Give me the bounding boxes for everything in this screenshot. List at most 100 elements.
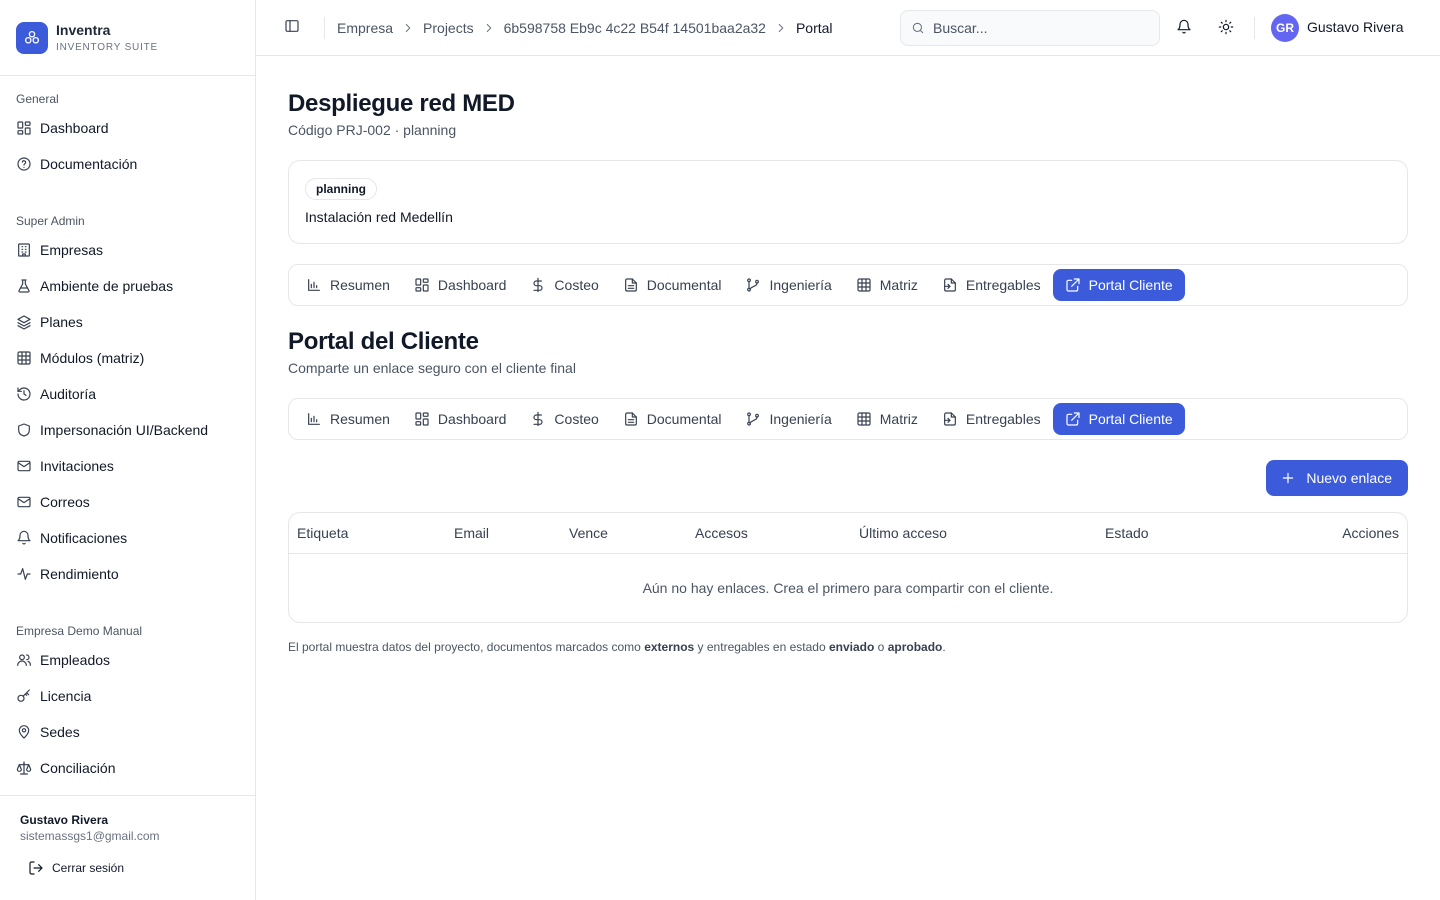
tab-label: Documental: [646, 277, 722, 293]
tab-dashboard[interactable]: Dashboard: [402, 403, 519, 435]
column-header-etiqueta[interactable]: Etiqueta: [297, 525, 348, 541]
sidebar-item-empleados[interactable]: Empleados: [0, 642, 255, 678]
empty-state-message: Aún no hay enlaces. Crea el primero para…: [642, 580, 1054, 596]
tab-label: Dashboard: [437, 277, 507, 293]
tab-label: Costeo: [554, 411, 599, 427]
brand-subtitle: INVENTORY SUITE: [56, 41, 159, 53]
brand[interactable]: Inventra INVENTORY SUITE: [0, 0, 255, 76]
sidebar-toggle-icon[interactable]: [284, 18, 300, 34]
column-header-estado[interactable]: Estado: [1105, 525, 1149, 541]
tab-label: Ingeniería: [769, 411, 832, 427]
layout-grid-icon: [414, 411, 430, 427]
tab-dashboard[interactable]: Dashboard: [402, 269, 519, 301]
tab-label: Entregables: [965, 411, 1041, 427]
column-header-accesos[interactable]: Accesos: [695, 525, 748, 541]
breadcrumb-current: Portal: [795, 20, 833, 36]
tab-portal-cliente[interactable]: Portal Cliente: [1052, 269, 1185, 301]
mail-icon: [16, 458, 32, 474]
key-icon: [16, 688, 32, 704]
project-description: Instalación red Medellín: [305, 209, 453, 225]
sidebar-item-invitaciones[interactable]: Invitaciones: [0, 448, 255, 484]
sidebar-item-label: Planes: [40, 314, 83, 330]
sidebar-item-sedes[interactable]: Sedes: [0, 714, 255, 750]
table-icon: [856, 277, 872, 293]
tab-entregables[interactable]: Entregables: [930, 269, 1053, 301]
tab-label: Resumen: [330, 411, 390, 427]
sidebar-item-planes[interactable]: Planes: [0, 304, 255, 340]
sun-icon[interactable]: [1218, 19, 1234, 35]
tab-matriz[interactable]: Matriz: [844, 403, 930, 435]
tab-ingenieria[interactable]: Ingeniería: [733, 403, 843, 435]
footnote-emphasis: aprobado: [887, 640, 943, 654]
plus-icon: [1280, 470, 1296, 486]
logout-button[interactable]: Cerrar sesión: [28, 860, 124, 876]
tab-label: Matriz: [879, 277, 918, 293]
chevron-right-icon: [401, 21, 415, 35]
search-input[interactable]: [933, 20, 1143, 36]
column-header-vence[interactable]: Vence: [569, 525, 608, 541]
column-header-email[interactable]: Email: [454, 525, 489, 541]
sidebar-item-empresas[interactable]: Empresas: [0, 232, 255, 268]
tab-portal-cliente[interactable]: Portal Cliente: [1052, 403, 1185, 435]
project-card: planning Instalación red Medellín: [288, 160, 1408, 244]
tab-documental[interactable]: Documental: [611, 403, 734, 435]
breadcrumb-item[interactable]: 6b598758 Eb9c 4c22 B54f 14501baa2a32: [504, 20, 766, 36]
breadcrumb-item[interactable]: Projects: [423, 20, 474, 36]
tab-documental[interactable]: Documental: [611, 269, 734, 301]
tab-matriz[interactable]: Matriz: [844, 269, 930, 301]
avatar[interactable]: GR: [1271, 14, 1299, 42]
tab-entregables[interactable]: Entregables: [930, 403, 1053, 435]
new-link-button[interactable]: Nuevo enlace: [1266, 460, 1408, 496]
sidebar-item-licencia[interactable]: Licencia: [0, 678, 255, 714]
sidebar-item-dashboard[interactable]: Dashboard: [0, 110, 255, 146]
header-divider: [1254, 17, 1255, 39]
file-text-icon: [623, 277, 639, 293]
brand-name: Inventra: [56, 21, 111, 38]
sidebar-item-conciliacion[interactable]: Conciliación: [0, 750, 255, 786]
dollar-icon: [530, 277, 546, 293]
new-link-label: Nuevo enlace: [1306, 470, 1392, 486]
sidebar-group-label: Empresa Demo Manual: [16, 624, 143, 638]
section-subtitle: Comparte un enlace seguro con el cliente…: [288, 360, 576, 376]
map-pin-icon: [16, 724, 32, 740]
status-badge: planning: [305, 178, 377, 200]
sidebar-item-label: Módulos (matriz): [40, 350, 145, 366]
users-icon: [16, 652, 32, 668]
tab-label: Resumen: [330, 277, 390, 293]
footnote: El portal muestra datos del proyecto, do…: [288, 640, 946, 654]
breadcrumb-item[interactable]: Empresa: [337, 20, 393, 36]
header-divider: [324, 17, 325, 39]
chevron-right-icon: [774, 21, 788, 35]
sidebar-item-notificaciones[interactable]: Notificaciones: [0, 520, 255, 556]
tab-label: Portal Cliente: [1088, 277, 1173, 293]
bell-icon[interactable]: [1176, 19, 1192, 35]
page-title: Despliegue red MED: [288, 90, 515, 117]
log-out-icon: [28, 860, 44, 876]
sidebar-item-documentacion[interactable]: Documentación: [0, 146, 255, 182]
sidebar-item-rendimiento[interactable]: Rendimiento: [0, 556, 255, 592]
external-link-icon: [1065, 277, 1081, 293]
table-icon: [16, 350, 32, 366]
column-header-ultimo-acceso[interactable]: Último acceso: [859, 525, 947, 541]
sidebar-item-ambiente-pruebas[interactable]: Ambiente de pruebas: [0, 268, 255, 304]
sidebar-item-label: Sedes: [40, 724, 80, 740]
sidebar-item-auditoria[interactable]: Auditoría: [0, 376, 255, 412]
top-header: Empresa Projects 6b598758 Eb9c 4c22 B54f…: [256, 0, 1440, 56]
header-user-name[interactable]: Gustavo Rivera: [1307, 19, 1403, 35]
tab-ingenieria[interactable]: Ingeniería: [733, 269, 843, 301]
tab-costeo[interactable]: Costeo: [518, 403, 610, 435]
sidebar-item-modulos[interactable]: Módulos (matriz): [0, 340, 255, 376]
tab-label: Documental: [646, 411, 722, 427]
search-box[interactable]: [900, 10, 1160, 46]
tab-resumen[interactable]: Resumen: [294, 269, 402, 301]
sidebar-item-label: Conciliación: [40, 760, 116, 776]
chevron-right-icon: [482, 21, 496, 35]
git-branch-icon: [745, 277, 761, 293]
sidebar-item-impersonacion[interactable]: Impersonación UI/Backend: [0, 412, 255, 448]
footnote-text: o: [874, 640, 888, 654]
sidebar-item-correos[interactable]: Correos: [0, 484, 255, 520]
table-icon: [856, 411, 872, 427]
tab-costeo[interactable]: Costeo: [518, 269, 610, 301]
file-check-icon: [942, 277, 958, 293]
tab-resumen[interactable]: Resumen: [294, 403, 402, 435]
